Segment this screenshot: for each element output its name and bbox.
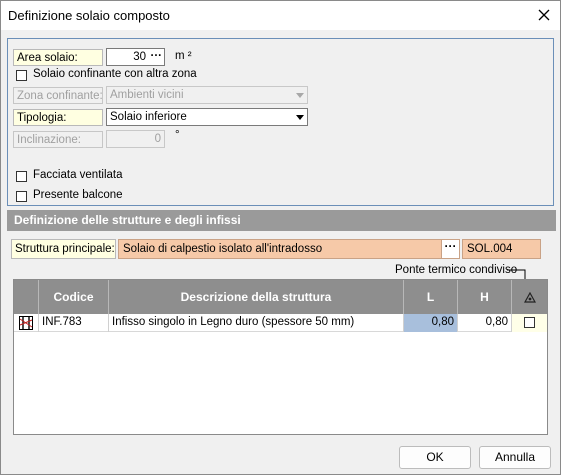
area-dots-button[interactable]: ··· <box>151 48 163 64</box>
area-label: Area solaio: <box>13 49 103 66</box>
header-codice[interactable]: Codice <box>39 280 109 314</box>
floor-parameters-panel: Area solaio: 30 ··· m ² Solaio confinant… <box>7 38 554 206</box>
cell-descrizione[interactable]: Infisso singolo in Legno duro (spessore … <box>109 314 404 332</box>
header-descrizione[interactable]: Descrizione della struttura <box>109 280 404 314</box>
header-l[interactable]: L <box>404 280 458 314</box>
principale-code: SOL.004 <box>462 239 541 259</box>
area-unit: m ² <box>175 50 192 62</box>
row-icon-cell <box>14 314 39 332</box>
zone-checkbox[interactable] <box>16 70 27 81</box>
zone-checkbox-label: Solaio confinante con altra zona <box>33 68 197 80</box>
facciata-label: Facciata ventilata <box>33 169 123 181</box>
ok-button[interactable]: OK <box>399 446 471 469</box>
cancel-button[interactable]: Annulla <box>479 446 551 469</box>
facciata-checkbox[interactable] <box>16 171 27 182</box>
tipologia-select[interactable]: Solaio inferiore <box>106 108 308 126</box>
tipologia-value: Solaio inferiore <box>110 111 187 123</box>
window-frame-icon <box>19 316 33 330</box>
area-input[interactable]: 30 ··· <box>106 48 165 66</box>
ponte-termico-label: Ponte termico condiviso <box>395 264 518 276</box>
header-ponte[interactable] <box>512 280 547 314</box>
zona-value: Ambienti vicini <box>110 89 184 101</box>
principale-field[interactable]: Solaio di calpestio isolato all'intrados… <box>118 239 460 259</box>
cell-l[interactable]: 0,80 <box>404 314 458 332</box>
principale-value: Solaio di calpestio isolato all'intrados… <box>123 243 323 255</box>
title-bar: Definizione solaio composto <box>1 1 560 30</box>
cell-codice[interactable]: INF.783 <box>39 314 109 332</box>
tipologia-label: Tipologia: <box>13 109 103 126</box>
dialog-window: Definizione solaio composto Area solaio:… <box>0 0 561 475</box>
chevron-down-icon <box>296 115 304 120</box>
balcone-checkbox[interactable] <box>16 191 27 202</box>
thermal-bridge-icon <box>523 291 536 303</box>
inclinazione-unit: ° <box>175 129 180 141</box>
zona-select[interactable]: Ambienti vicini <box>106 86 308 104</box>
cell-h[interactable]: 0,80 <box>458 314 512 332</box>
structures-grid[interactable]: Codice Descrizione della struttura L H I… <box>13 279 548 435</box>
inclinazione-label: Inclinazione: <box>13 131 103 148</box>
close-button[interactable] <box>532 3 556 27</box>
chevron-down-icon <box>296 93 304 98</box>
balcone-label: Presente balcone <box>33 189 123 201</box>
ponte-checkbox[interactable] <box>524 317 535 328</box>
cell-ponte[interactable] <box>512 314 547 332</box>
window-title: Definizione solaio composto <box>8 8 170 23</box>
principale-dots-button[interactable]: ··· <box>441 240 459 258</box>
principale-label: Struttura principale: <box>11 239 116 259</box>
zona-label: Zona confinante: <box>13 87 103 104</box>
close-icon <box>538 9 550 21</box>
area-value: 30 <box>133 51 146 63</box>
structures-section-header: Definizione delle strutture e degli infi… <box>7 210 556 231</box>
header-icon-cell <box>14 280 39 314</box>
table-row[interactable]: INF.783 Infisso singolo in Legno duro (s… <box>14 314 547 332</box>
header-h[interactable]: H <box>458 280 512 314</box>
grid-header: Codice Descrizione della struttura L H <box>14 280 547 314</box>
inclinazione-input[interactable]: 0 <box>106 130 165 148</box>
